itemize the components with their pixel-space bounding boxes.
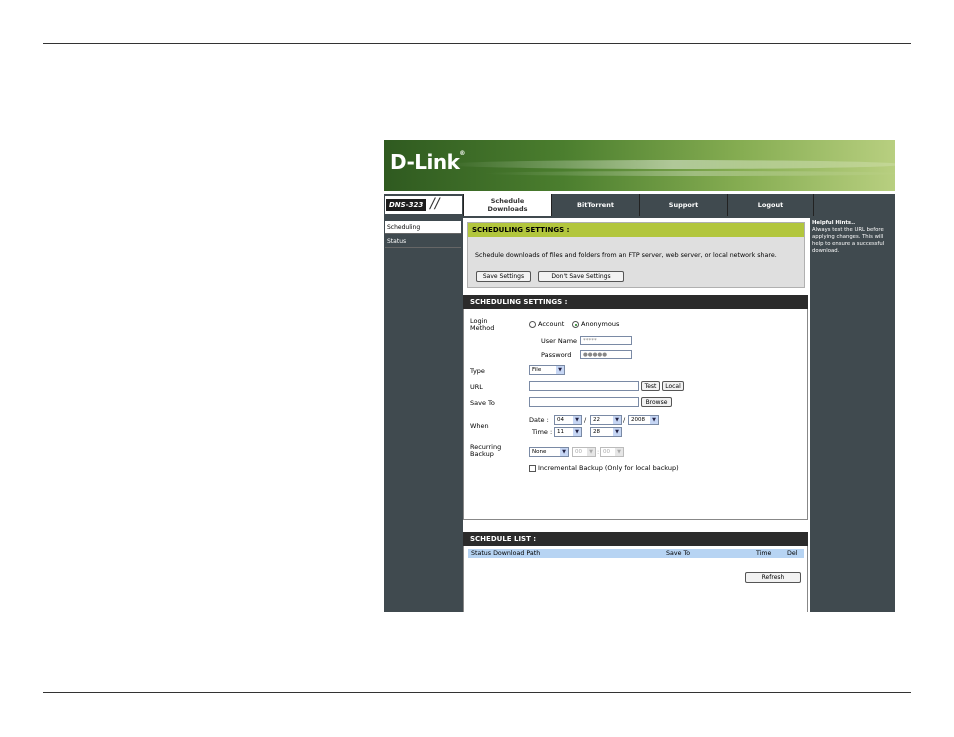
url-input[interactable] — [529, 381, 639, 391]
schedule-list-panel: Status Download Path Save To Time Del Re… — [463, 546, 808, 612]
time-separator: : — [597, 448, 600, 456]
tab-logout[interactable]: Logout — [727, 194, 814, 216]
url-label: URL — [470, 383, 483, 391]
recurring-backup-label: Recurring Backup — [470, 443, 502, 458]
top-nav: DNS-323 // Schedule Downloads BitTorrent … — [384, 194, 895, 216]
chevron-down-icon: ▼ — [573, 416, 581, 424]
dont-save-settings-button[interactable]: Don't Save Settings — [538, 271, 624, 282]
account-radio-label: Account — [538, 320, 565, 328]
bottom-rule — [43, 692, 911, 693]
save-to-label: Save To — [470, 399, 495, 407]
intro-text: Schedule downloads of files and folders … — [475, 252, 777, 259]
type-label: Type — [470, 367, 485, 375]
tab-schedule-downloads[interactable]: Schedule Downloads — [463, 194, 551, 216]
password-label: Password — [541, 351, 572, 359]
anonymous-radio-label: Anonymous — [581, 320, 620, 328]
save-to-input[interactable] — [529, 397, 639, 407]
chevron-down-icon: ▼ — [573, 428, 581, 436]
recurring-select[interactable]: None ▼ — [529, 447, 569, 457]
sidebar-item-status[interactable]: Status — [385, 235, 461, 248]
time-hour-select[interactable]: 11 ▼ — [554, 427, 582, 437]
chevron-down-icon: ▼ — [587, 448, 595, 456]
settings-panel: Login Method Account Anonymous User Name … — [463, 309, 808, 520]
incremental-backup-label: Incremental Backup (Only for local backu… — [538, 464, 679, 472]
date-separator: / — [623, 416, 626, 424]
chevron-down-icon: ▼ — [560, 448, 568, 456]
anonymous-radio[interactable] — [572, 321, 579, 328]
hints-title: Helpful Hints.. — [812, 220, 856, 226]
chevron-down-icon: ▼ — [613, 416, 621, 424]
chevron-down-icon: ▼ — [650, 416, 658, 424]
recurring-hour-select: 00 ▼ — [572, 447, 596, 457]
date-label: Date : — [529, 416, 549, 424]
browse-button[interactable]: Browse — [641, 397, 672, 407]
time-label: Time : — [532, 428, 553, 436]
col-del: Del — [787, 550, 798, 557]
chevron-down-icon: ▼ — [615, 448, 623, 456]
helpful-hints-panel: Helpful Hints.. Always test the URL befo… — [810, 218, 895, 612]
chevron-down-icon: ▼ — [556, 366, 564, 374]
main-content: SCHEDULING SETTINGS : Schedule downloads… — [463, 218, 810, 612]
date-year-select[interactable]: 2008 ▼ — [628, 415, 659, 425]
save-settings-button[interactable]: Save Settings — [476, 271, 531, 282]
username-field[interactable]: ***** — [580, 336, 632, 345]
top-rule — [43, 43, 911, 44]
refresh-button[interactable]: Refresh — [745, 572, 801, 583]
sidebar: Scheduling Status — [384, 218, 463, 612]
date-month-select[interactable]: 04 ▼ — [554, 415, 582, 425]
local-button[interactable]: Local — [662, 381, 684, 391]
tab-bittorrent[interactable]: BitTorrent — [551, 194, 639, 216]
date-day-select[interactable]: 22 ▼ — [590, 415, 622, 425]
schedule-list-header: Status Download Path Save To Time Del — [468, 549, 804, 558]
model-label: DNS-323 // — [385, 196, 462, 214]
date-separator: / — [584, 416, 587, 424]
recurring-minute-select: 00 ▼ — [600, 447, 624, 457]
tab-support[interactable]: Support — [639, 194, 727, 216]
username-label: User Name — [541, 337, 578, 345]
password-field[interactable]: ●●●●● — [580, 350, 632, 359]
when-label: When — [470, 422, 489, 430]
dlink-logo: D-Link® — [390, 150, 465, 174]
col-save-to: Save To — [666, 550, 691, 557]
incremental-backup-checkbox[interactable] — [529, 465, 536, 472]
intro-title: SCHEDULING SETTINGS : — [468, 223, 804, 237]
sidebar-item-scheduling[interactable]: Scheduling — [385, 221, 461, 234]
account-radio[interactable] — [529, 321, 536, 328]
time-minute-select[interactable]: 28 ▼ — [590, 427, 622, 437]
router-ui-frame: D-Link® DNS-323 // Schedule Downloads Bit… — [384, 140, 895, 612]
col-time: Time — [756, 550, 772, 557]
login-method-label: Login Method — [470, 317, 495, 332]
settings-section-title: SCHEDULING SETTINGS : — [463, 295, 808, 309]
header-banner: D-Link® — [384, 140, 895, 191]
type-select[interactable]: File ▼ — [529, 365, 565, 375]
intro-box: SCHEDULING SETTINGS : Schedule downloads… — [467, 222, 805, 288]
test-button[interactable]: Test — [641, 381, 660, 391]
col-status-path: Status Download Path — [471, 550, 541, 557]
hints-text: Always test the URL before applying chan… — [812, 227, 885, 254]
schedule-list-title: SCHEDULE LIST : — [463, 532, 808, 546]
chevron-down-icon: ▼ — [613, 428, 621, 436]
